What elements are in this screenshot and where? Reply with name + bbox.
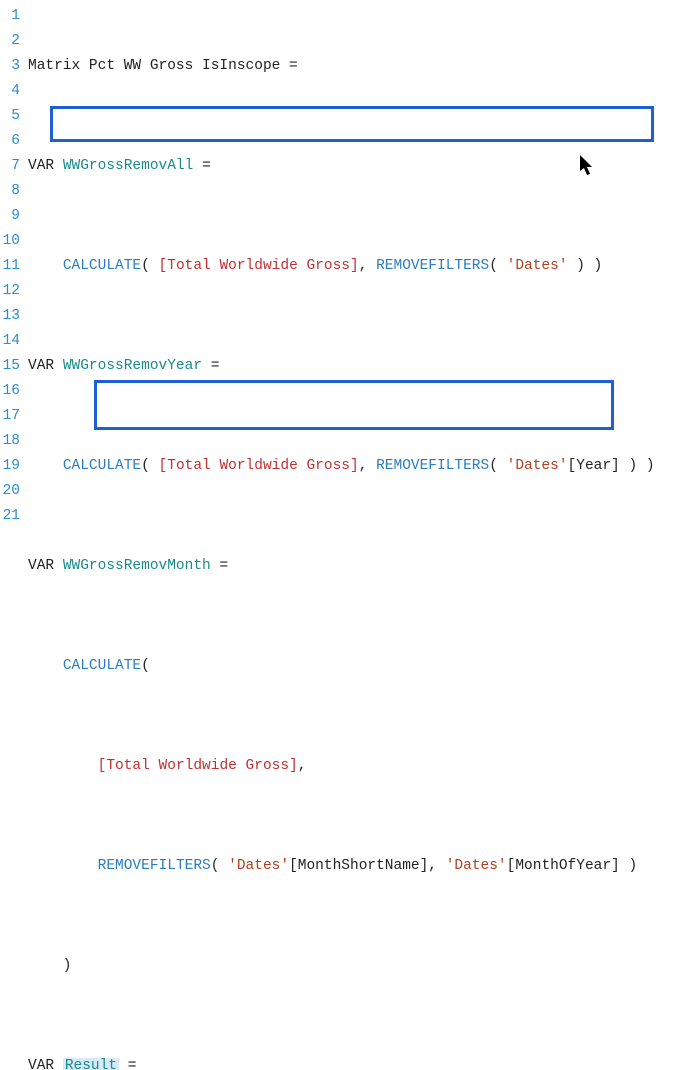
highlight-box-bottom	[94, 380, 614, 430]
table-ref: 'Dates'	[507, 258, 568, 274]
ln-1: 1	[0, 4, 20, 29]
fn-removefilters: REMOVEFILTERS	[98, 858, 211, 874]
code-line[interactable]: VAR WWGrossRemovYear =	[28, 354, 678, 379]
ln-8: 8	[0, 179, 20, 204]
measure-ref: [Total Worldwide Gross]	[159, 258, 359, 274]
code-area[interactable]: Matrix Pct WW Gross IsInscope = VAR WWGr…	[28, 4, 678, 535]
ln-19: 19	[0, 454, 20, 479]
fn-calculate: CALCULATE	[63, 658, 141, 674]
code-line[interactable]: )	[28, 954, 678, 979]
fn-calculate: CALCULATE	[63, 458, 141, 474]
ln-14: 14	[0, 329, 20, 354]
measure-ref: [Total Worldwide Gross]	[159, 458, 359, 474]
var-name: Result	[63, 1058, 119, 1070]
ln-2: 2	[0, 29, 20, 54]
code-line[interactable]: CALCULATE( [Total Worldwide Gross], REMO…	[28, 254, 678, 279]
fn-removefilters: REMOVEFILTERS	[376, 458, 489, 474]
var-name: WWGrossRemovYear	[63, 358, 202, 374]
ln-6: 6	[0, 129, 20, 154]
ln-9: 9	[0, 204, 20, 229]
fn-calculate: CALCULATE	[63, 258, 141, 274]
code-line[interactable]: VAR WWGrossRemovAll =	[28, 154, 678, 179]
table-ref: 'Dates'	[446, 858, 507, 874]
ln-13: 13	[0, 304, 20, 329]
fn-removefilters: REMOVEFILTERS	[376, 258, 489, 274]
ln-4: 4	[0, 79, 20, 104]
measure-ref: [Total Worldwide Gross]	[98, 758, 298, 774]
ln-11: 11	[0, 254, 20, 279]
var-name: WWGrossRemovMonth	[63, 558, 211, 574]
ln-10: 10	[0, 229, 20, 254]
highlight-box-top	[50, 106, 654, 142]
code-line[interactable]: CALCULATE(	[28, 654, 678, 679]
code-line[interactable]: [Total Worldwide Gross],	[28, 754, 678, 779]
ln-18: 18	[0, 429, 20, 454]
ln-12: 12	[0, 279, 20, 304]
code-line[interactable]: VAR Result =	[28, 1054, 678, 1070]
ln-7: 7	[0, 154, 20, 179]
ln-3: 3	[0, 54, 20, 79]
kw-var: VAR	[28, 558, 54, 574]
code-line[interactable]: REMOVEFILTERS( 'Dates'[MonthShortName], …	[28, 854, 678, 879]
kw-var: VAR	[28, 358, 54, 374]
measure-name: Matrix Pct WW Gross IsInscope =	[28, 58, 298, 74]
ln-16: 16	[0, 379, 20, 404]
code-line[interactable]: VAR WWGrossRemovMonth =	[28, 554, 678, 579]
kw-var: VAR	[28, 1058, 54, 1070]
ln-15: 15	[0, 354, 20, 379]
var-name: WWGrossRemovAll	[63, 158, 194, 174]
code-line[interactable]: CALCULATE( [Total Worldwide Gross], REMO…	[28, 454, 678, 479]
ln-5: 5	[0, 104, 20, 129]
ln-20: 20	[0, 479, 20, 504]
kw-var: VAR	[28, 158, 54, 174]
table-ref: 'Dates'	[228, 858, 289, 874]
code-editor[interactable]: 1 2 3 4 5 6 7 8 9 10 11 12 13 14 15 16 1…	[0, 0, 678, 535]
ln-17: 17	[0, 404, 20, 429]
line-number-gutter: 1 2 3 4 5 6 7 8 9 10 11 12 13 14 15 16 1…	[0, 4, 28, 535]
table-ref: 'Dates'	[507, 458, 568, 474]
ln-21: 21	[0, 504, 20, 529]
code-line[interactable]: Matrix Pct WW Gross IsInscope =	[28, 54, 678, 79]
